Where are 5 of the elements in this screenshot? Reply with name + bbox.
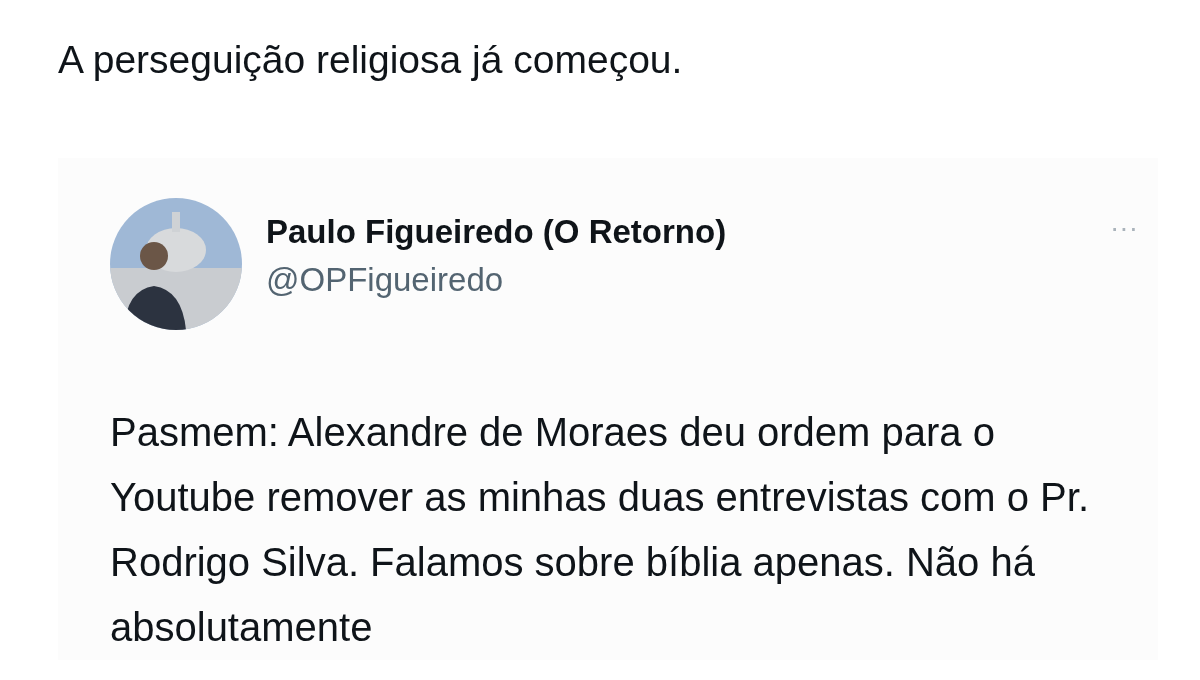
quoted-post-text: Pasmem: Alexandre de Moraes deu ordem para o Youtube remover as minhas duas entrevistas com o Pr. Rodrigo Silva. Falamos sobre bíblia apenas. Não há absolutamente — [110, 409, 1091, 651]
author-handle: @OPFigueiredo — [266, 260, 505, 300]
more-button[interactable]: ··· — [1110, 212, 1138, 244]
post-text: A perseguição religiosa já começou. — [57, 37, 684, 83]
author-name: Paulo Figueiredo (O Retorno) — [266, 212, 728, 252]
